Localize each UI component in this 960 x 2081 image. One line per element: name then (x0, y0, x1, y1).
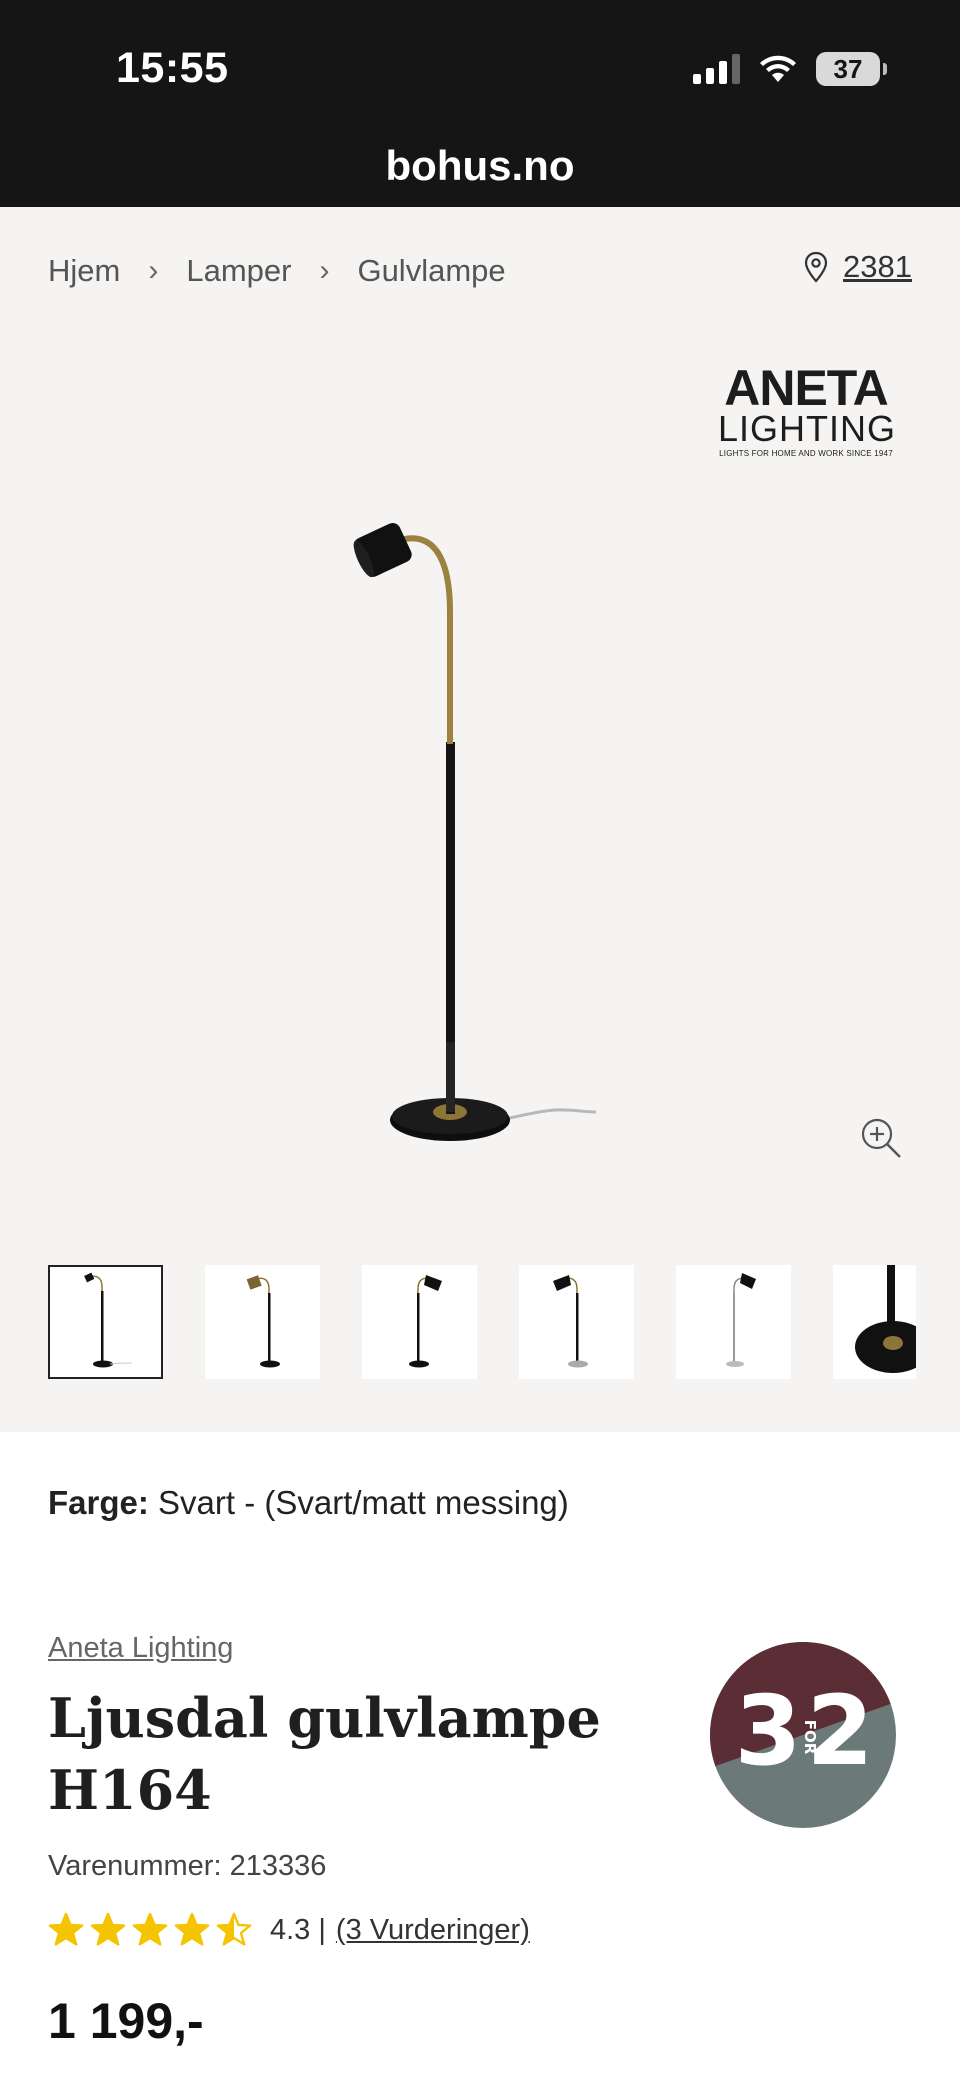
breadcrumb-item-floor-lamp[interactable]: Gulvlampe (357, 253, 505, 289)
chevron-right-icon: › (148, 254, 159, 287)
status-time: 15:55 (116, 44, 229, 92)
breadcrumb-item-lamps[interactable]: Lamper (186, 253, 291, 289)
color-value: Svart - (Svart/matt messing) (158, 1484, 569, 1521)
brand-logo-tagline: LIGHTS FOR HOME AND WORK SINCE 1947 (719, 449, 893, 458)
star-filled-icon (132, 1912, 168, 1946)
thumbnail-4[interactable] (519, 1265, 634, 1379)
brand-link[interactable]: Aneta Lighting (48, 1632, 233, 1665)
browser-url[interactable]: bohus.no (0, 142, 960, 190)
product-sku: Varenummer: 213336 (48, 1850, 327, 1882)
battery-icon: 37 (816, 52, 887, 86)
brand-logo-line1: ANETA (724, 360, 889, 416)
floor-lamp-brass-thumbnail (246, 1275, 280, 1368)
thumbnail-3[interactable] (362, 1265, 477, 1379)
cellular-signal-icon (693, 54, 740, 84)
location-pin-icon (804, 251, 828, 283)
brand-logo-line2: LIGHTING (718, 408, 897, 449)
product-rating[interactable]: 4.3 | (3 Vurderinger) (48, 1912, 530, 1948)
floor-lamp-grey-thumbnail (552, 1275, 588, 1368)
three-for-two-badge: 3 FOR 2 (710, 1642, 896, 1828)
star-filled-icon (174, 1912, 210, 1946)
star-filled-icon (48, 1912, 84, 1946)
thumbnail-6[interactable] (833, 1265, 916, 1379)
brand-logo: ANETA LIGHTING LIGHTS FOR HOME AND WORK … (718, 360, 897, 458)
rating-stars (48, 1912, 252, 1948)
product-main-image[interactable] (350, 432, 610, 1152)
thumbnail-strip (48, 1265, 916, 1379)
breadcrumb: Hjem › Lamper › Gulvlampe (48, 253, 506, 289)
chevron-right-icon: › (319, 254, 330, 287)
zoom-in-icon[interactable] (858, 1115, 904, 1161)
product-gallery: Hjem › Lamper › Gulvlampe 2381 ANETA LIG… (0, 207, 960, 1432)
status-icons: 37 (693, 52, 887, 86)
color-label: Farge: (48, 1484, 149, 1521)
product-info: Farge: Svart - (Svart/matt messing) Anet… (0, 1432, 960, 2081)
badge-right-number: 2 (807, 1675, 874, 1787)
wifi-icon (760, 55, 796, 82)
product-price: 1 199,- (48, 1993, 204, 2049)
floor-lamp-black-thumbnail (83, 1272, 132, 1368)
rating-score: 4.3 | (270, 1913, 326, 1946)
location-zip[interactable]: 2381 (843, 249, 912, 285)
breadcrumb-item-home[interactable]: Hjem (48, 253, 120, 289)
star-half-icon (216, 1912, 252, 1946)
store-location[interactable]: 2381 (803, 249, 912, 285)
status-bar: 15:55 37 bohus.no (0, 0, 960, 207)
floor-lamp-base-closeup-thumbnail (855, 1265, 916, 1373)
product-title: Ljusdal gulvlampe H164 (48, 1686, 601, 1822)
badge-left-number: 3 (735, 1675, 802, 1787)
color-selector[interactable]: Farge: Svart - (Svart/matt messing) (48, 1484, 569, 1522)
thumbnail-1[interactable] (48, 1265, 163, 1379)
thumbnail-2[interactable] (205, 1265, 320, 1379)
reviews-link[interactable]: (3 Vurderinger) (336, 1914, 530, 1947)
floor-lamp-black-thumbnail (408, 1275, 442, 1368)
star-filled-icon (90, 1912, 126, 1946)
thumbnail-5[interactable] (676, 1265, 791, 1379)
floor-lamp-white-thumbnail (725, 1273, 756, 1367)
